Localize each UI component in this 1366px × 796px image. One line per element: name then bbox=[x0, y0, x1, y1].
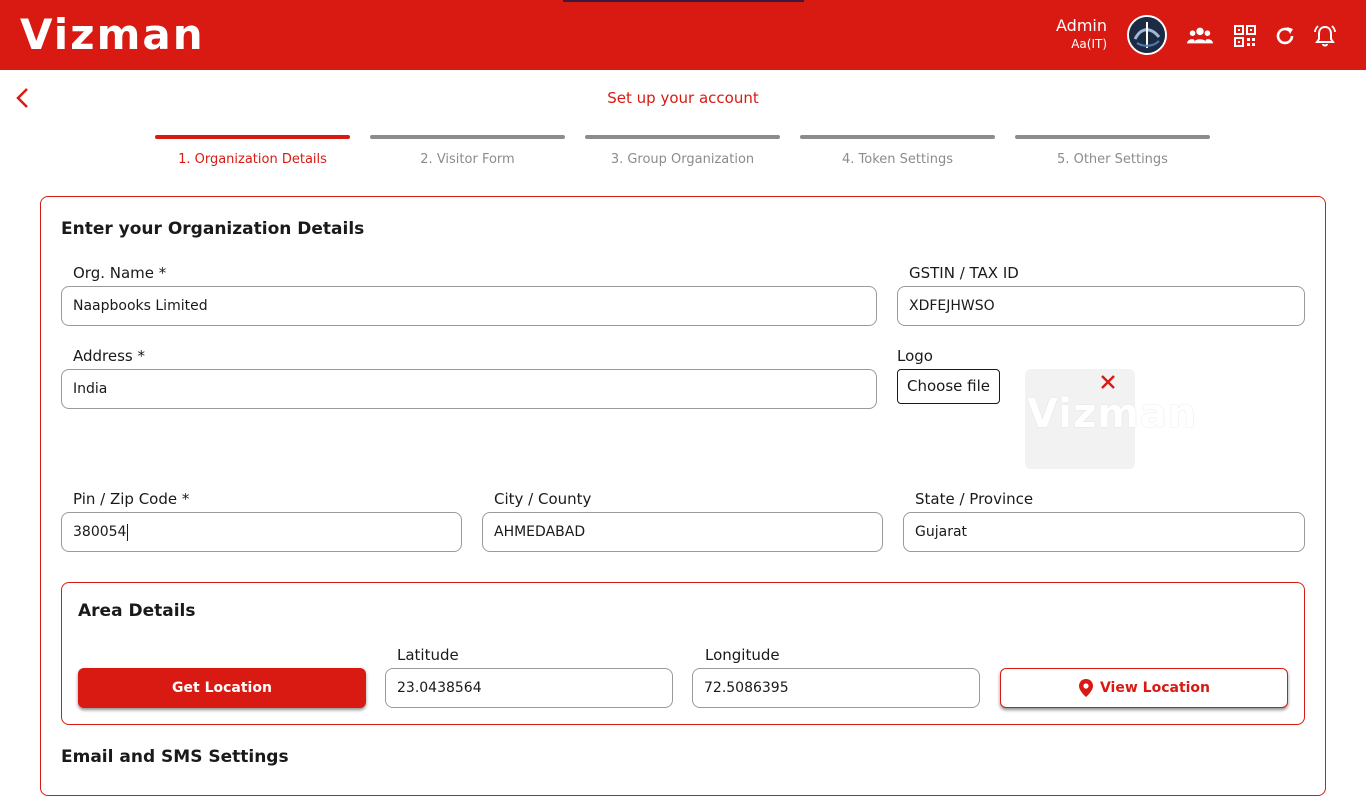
step-label: 2. Visitor Form bbox=[420, 152, 515, 167]
email-section-title: Email and SMS Settings bbox=[61, 747, 289, 767]
avatar-image bbox=[1129, 17, 1165, 53]
step-bar bbox=[800, 135, 995, 139]
step-label: 4. Token Settings bbox=[842, 152, 953, 167]
refresh-icon[interactable] bbox=[1271, 23, 1299, 49]
user-info[interactable]: Admin Aa(IT) bbox=[1056, 16, 1107, 52]
get-location-button[interactable]: Get Location bbox=[78, 668, 366, 708]
qr-code-icon[interactable] bbox=[1231, 23, 1259, 49]
step-bar bbox=[155, 135, 350, 139]
pin-label: Pin / Zip Code * bbox=[73, 490, 190, 508]
step-group-organization[interactable]: 3. Group Organization bbox=[585, 135, 780, 167]
step-other-settings[interactable]: 5. Other Settings bbox=[1015, 135, 1210, 167]
logo-label: Logo bbox=[897, 347, 933, 365]
org-name-field[interactable]: Naapbooks Limited bbox=[61, 286, 877, 326]
brand-logo[interactable]: Vizman bbox=[20, 10, 205, 60]
state-field[interactable]: Gujarat bbox=[903, 512, 1305, 552]
area-section-title: Area Details bbox=[78, 601, 196, 621]
step-organization-details[interactable]: 1. Organization Details bbox=[155, 135, 350, 167]
longitude-field[interactable]: 72.5086395 bbox=[692, 668, 980, 708]
logo-preview: Vizman bbox=[1025, 369, 1196, 469]
step-token-settings[interactable]: 4. Token Settings bbox=[800, 135, 995, 167]
org-name-label: Org. Name * bbox=[73, 264, 167, 282]
top-bar: Vizman Admin Aa(IT) bbox=[0, 0, 1366, 70]
page-title: Set up your account bbox=[607, 89, 759, 107]
address-label: Address * bbox=[73, 347, 146, 365]
address-field[interactable]: India bbox=[61, 369, 877, 409]
step-label: 5. Other Settings bbox=[1057, 152, 1168, 167]
map-pin-icon bbox=[1078, 679, 1093, 697]
city-label: City / County bbox=[494, 490, 592, 508]
user-role: Aa(IT) bbox=[1071, 37, 1107, 51]
bell-icon[interactable] bbox=[1311, 23, 1339, 49]
users-icon[interactable] bbox=[1186, 23, 1214, 49]
remove-logo-icon[interactable] bbox=[1098, 372, 1118, 392]
step-label: 1. Organization Details bbox=[178, 152, 327, 167]
step-bar bbox=[370, 135, 565, 139]
gstin-label: GSTIN / TAX ID bbox=[909, 264, 1019, 282]
city-field[interactable]: AHMEDABAD bbox=[482, 512, 883, 552]
stepper: 1. Organization Details 2. Visitor Form … bbox=[155, 135, 1215, 175]
text-caret bbox=[127, 523, 129, 541]
avatar[interactable] bbox=[1127, 15, 1167, 55]
longitude-label: Longitude bbox=[705, 646, 780, 664]
gstin-field[interactable]: XDFEJHWSO bbox=[897, 286, 1305, 326]
step-label: 3. Group Organization bbox=[610, 152, 755, 167]
logo-watermark: Vizman bbox=[1027, 391, 1198, 437]
latitude-label: Latitude bbox=[397, 646, 459, 664]
state-label: State / Province bbox=[915, 490, 1034, 508]
org-section-title: Enter your Organization Details bbox=[61, 219, 365, 239]
view-location-label: View Location bbox=[1099, 680, 1211, 696]
top-strip bbox=[563, 0, 804, 2]
choose-file-button[interactable]: Choose file bbox=[897, 369, 1000, 404]
step-bar bbox=[585, 135, 780, 139]
view-location-button[interactable]: View Location bbox=[1000, 668, 1288, 708]
step-bar bbox=[1015, 135, 1210, 139]
pin-value: 380054 bbox=[73, 524, 127, 540]
latitude-field[interactable]: 23.0438564 bbox=[385, 668, 673, 708]
step-visitor-form[interactable]: 2. Visitor Form bbox=[370, 135, 565, 167]
user-name: Admin bbox=[1056, 16, 1107, 35]
pin-field[interactable]: 380054 bbox=[61, 512, 462, 552]
